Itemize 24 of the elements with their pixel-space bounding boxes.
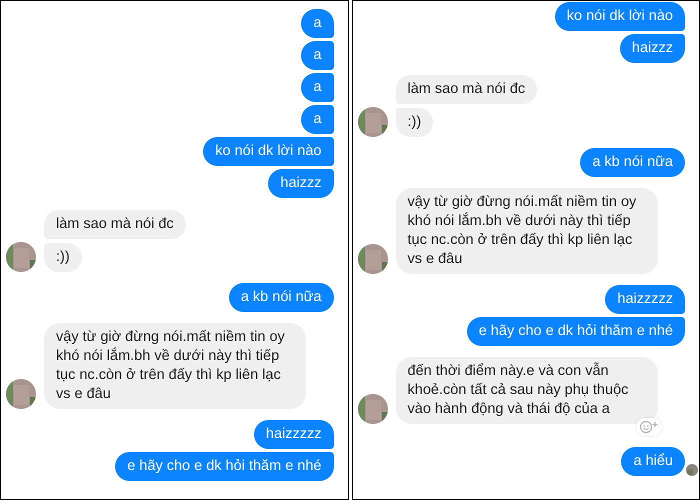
- sent-message: haizzzzz: [254, 420, 334, 449]
- received-message: làm sao mà nói đc: [396, 75, 538, 104]
- sent-message: a kb nói nữa: [228, 283, 334, 312]
- sent-message: a kb nói nữa: [580, 148, 685, 177]
- sent-message: a: [301, 41, 334, 70]
- add-reaction-button[interactable]: [636, 418, 662, 436]
- sent-message: e hãy cho e dk hỏi thăm e nhé: [115, 452, 334, 481]
- received-message: :)): [396, 108, 434, 137]
- received-message: đến thời điểm này.e và con vẫn khoẻ.còn tất cả sau này phụ thuộc vào hành động và thái độ của a: [396, 357, 658, 424]
- sent-message: e hãy cho e dk hỏi thăm e nhé: [466, 317, 685, 346]
- received-message: :)): [44, 243, 82, 272]
- sent-message: haizzz: [620, 34, 685, 63]
- sent-message: haizzz: [268, 169, 334, 198]
- received-message: làm sao mà nói đc: [44, 210, 186, 239]
- received-message: vậy từ giờ đừng nói.mất niềm tin oy khó nói lắm.bh về dưới này thì tiếp tục nc.còn ở trên đấy thì kp liên lạc vs e đâu: [44, 323, 306, 409]
- sent-message: haizzzzz: [605, 285, 685, 314]
- sent-message: a hiểu: [621, 447, 685, 476]
- received-message: vậy từ giờ đừng nói.mất niềm tin oy khó nói lắm.bh về dưới này thì tiếp tục nc.còn ở trên đấy thì kp liên lạc vs e đâu: [396, 188, 658, 274]
- sent-message: ko nói dk lời nào: [554, 2, 685, 31]
- smiley-icon: [638, 420, 658, 434]
- sent-message: a: [301, 105, 334, 134]
- sent-message: ko nói dk lời nào: [203, 137, 334, 166]
- sent-message: a: [301, 9, 334, 38]
- sent-message: a: [301, 73, 334, 102]
